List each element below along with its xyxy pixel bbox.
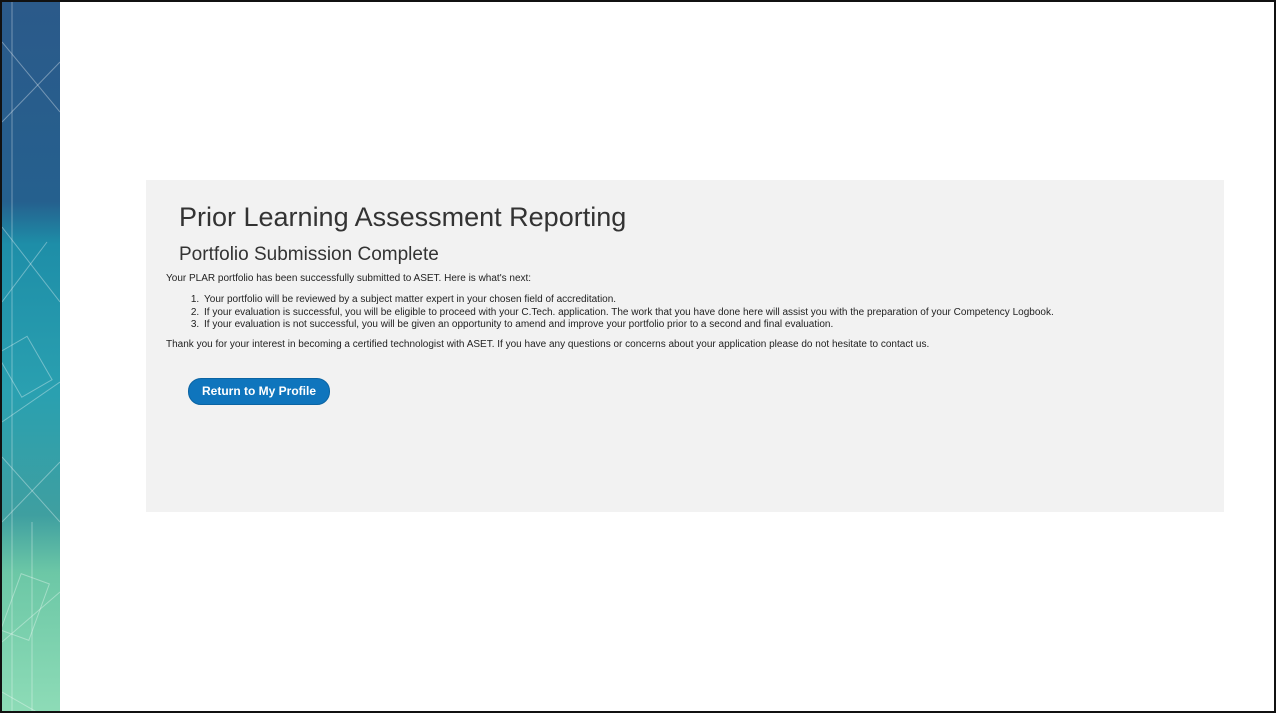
decorative-side-strip — [2, 2, 60, 711]
next-steps-list: Your portfolio will be reviewed by a sub… — [166, 294, 1190, 332]
list-item: If your evaluation is not successful, yo… — [202, 319, 1190, 332]
slide-frame: Prior Learning Assessment Reporting Port… — [0, 0, 1276, 713]
closing-text: Thank you for your interest in becoming … — [166, 338, 930, 350]
page-subtitle: Portfolio Submission Complete — [179, 244, 439, 265]
submission-panel: Prior Learning Assessment Reporting Port… — [146, 180, 1224, 512]
intro-text: Your PLAR portfolio has been successfull… — [166, 273, 532, 284]
list-item: If your evaluation is successful, you wi… — [202, 307, 1190, 320]
blueprint-pattern-icon — [2, 2, 60, 711]
page-title: Prior Learning Assessment Reporting — [179, 202, 627, 232]
return-to-profile-button[interactable]: Return to My Profile — [188, 377, 331, 405]
list-item: Your portfolio will be reviewed by a sub… — [202, 294, 1190, 307]
